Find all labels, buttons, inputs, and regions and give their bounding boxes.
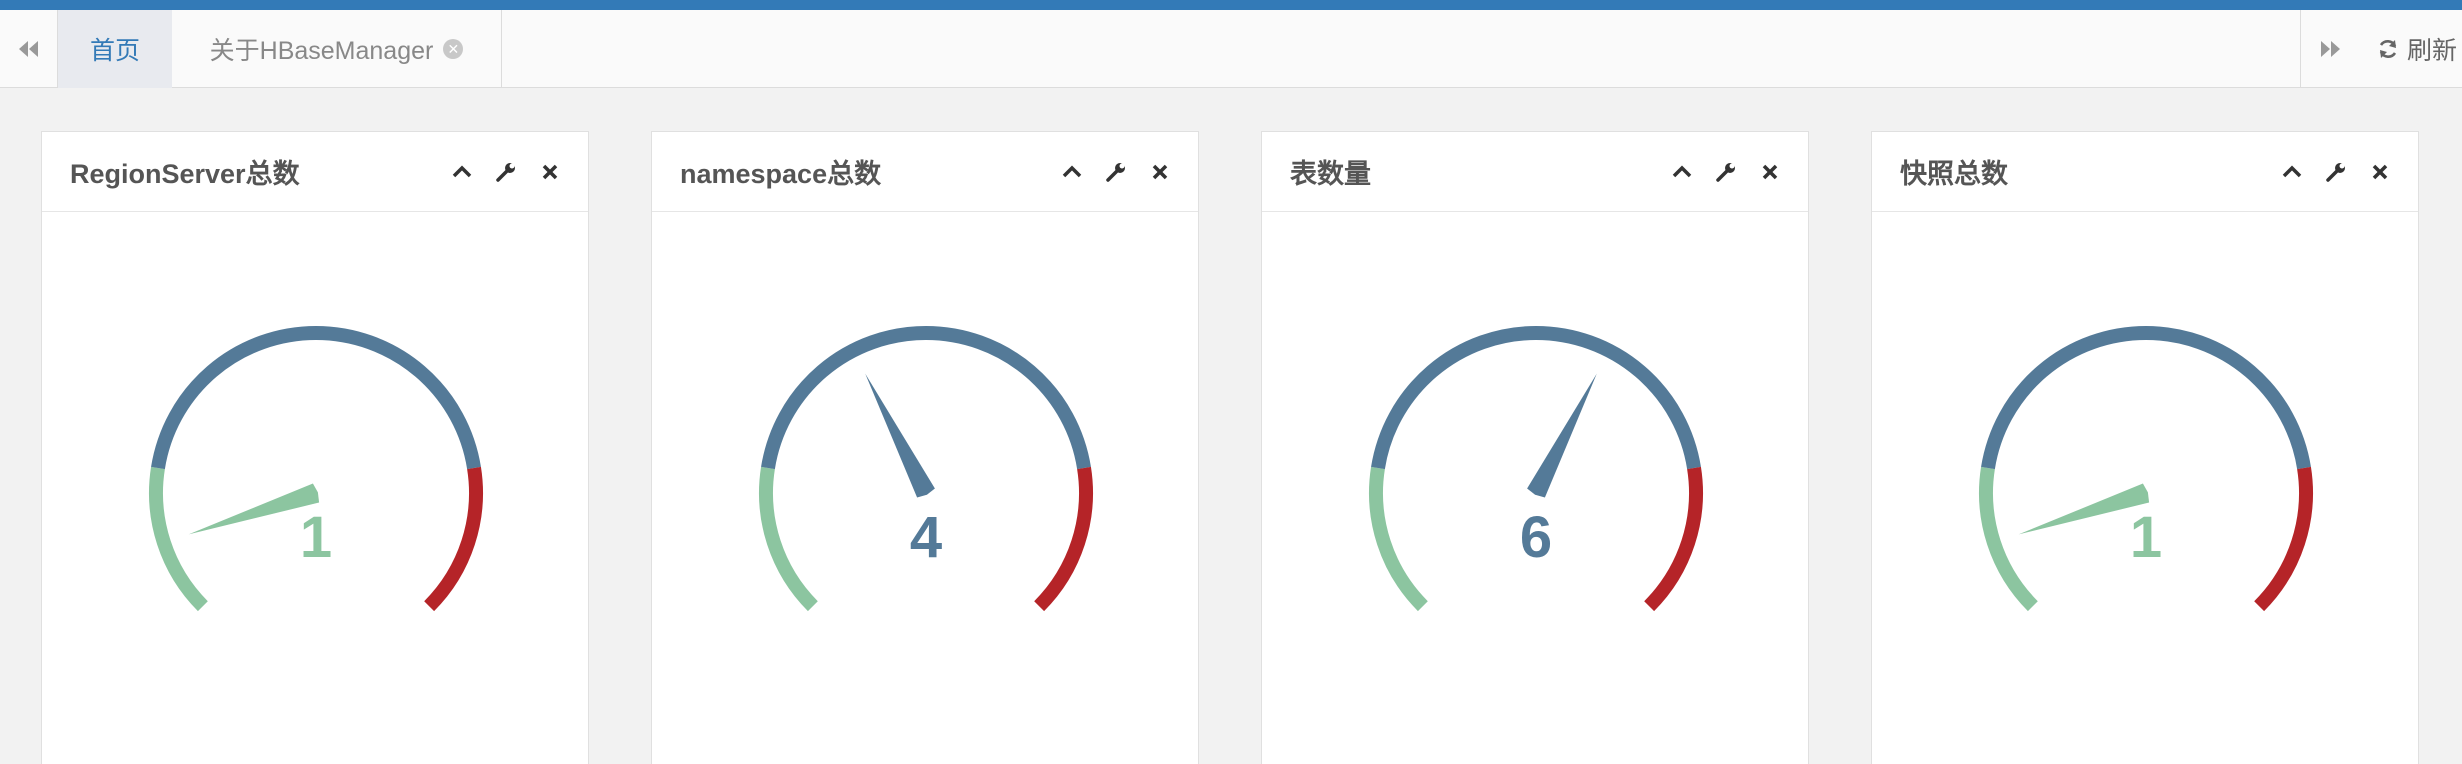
panel-tools <box>2280 160 2392 184</box>
gauge-value-label: 4 <box>910 505 942 570</box>
settings-button[interactable] <box>1714 160 1738 184</box>
gauge-value-label: 6 <box>1520 505 1552 570</box>
collapse-button[interactable] <box>1670 160 1694 184</box>
refresh-icon <box>2379 40 2397 58</box>
panel-tools <box>1060 160 1172 184</box>
tab-home-label: 首页 <box>89 37 140 65</box>
remove-button[interactable] <box>1148 160 1172 184</box>
collapse-button[interactable] <box>1060 160 1084 184</box>
chevron-up-icon <box>2282 165 2302 177</box>
remove-button[interactable] <box>2368 160 2392 184</box>
tab-scroll-left-button[interactable] <box>0 10 58 88</box>
panel-title: 表数量 <box>1290 159 1371 189</box>
panel-title: namespace总数 <box>680 159 882 189</box>
gauge-band-2 <box>1034 466 1093 612</box>
tab-bar: 首页 关于HBaseManager ✕ 刷新 <box>0 10 2462 88</box>
chevron-up-icon <box>1672 165 1692 177</box>
tab-home[interactable]: 首页 <box>58 10 172 88</box>
gauge-band-1 <box>761 326 1091 470</box>
gauge-band-0 <box>149 466 208 612</box>
gauge-band-1 <box>151 326 481 470</box>
gauge-band-0 <box>1369 466 1428 612</box>
gauge-value-label: 1 <box>300 505 332 570</box>
settings-button[interactable] <box>2324 160 2348 184</box>
panel-title: 快照总数 <box>1900 159 2008 189</box>
gauge-needle <box>865 373 935 498</box>
gauge-band-1 <box>1981 326 2311 470</box>
chevron-up-icon <box>1062 165 1082 177</box>
panel-header: RegionServer总数 <box>42 132 588 212</box>
tab-scroll-right-button[interactable] <box>2300 10 2358 88</box>
remove-button[interactable] <box>1758 160 1782 184</box>
panel-header: 表数量 <box>1262 132 1808 212</box>
panel-title: RegionServer总数 <box>70 159 300 189</box>
remove-button[interactable] <box>538 160 562 184</box>
chevron-up-icon <box>452 165 472 177</box>
collapse-button[interactable] <box>450 160 474 184</box>
gauge-chart: 1 <box>1979 326 2313 612</box>
gauge-band-0 <box>1979 466 2038 612</box>
double-chevron-left-icon <box>18 41 38 57</box>
tab-about-label: 关于HBaseManager <box>209 37 434 65</box>
wrench-icon <box>2326 162 2345 182</box>
panel-table-count: 表数量 6 <box>1261 131 1809 764</box>
gauge-band-2 <box>1644 466 1703 612</box>
panel-namespace-count: namespace总数 4 <box>651 131 1199 764</box>
top-accent-bar <box>0 0 2462 10</box>
wrench-icon <box>1106 162 1125 182</box>
close-icon <box>1762 164 1778 179</box>
close-icon <box>1152 164 1168 179</box>
panel-header: namespace总数 <box>652 132 1198 212</box>
gauge-band-1 <box>1371 326 1701 470</box>
gauge-band-0 <box>759 466 818 612</box>
panel-tools <box>1670 160 1782 184</box>
gauge-band-2 <box>2254 466 2313 612</box>
wrench-icon <box>496 162 515 182</box>
gauge-value-label: 1 <box>2130 505 2162 570</box>
close-icon <box>542 164 558 179</box>
panel-regionserver-count: RegionServer总数 1 <box>41 131 589 764</box>
gauge-band-2 <box>424 466 483 612</box>
wrench-icon <box>1716 162 1735 182</box>
gauge-chart: 4 <box>759 326 1093 612</box>
close-circle-icon[interactable]: ✕ <box>443 39 464 59</box>
tab-about-hbasemanager[interactable]: 关于HBaseManager ✕ <box>172 10 502 88</box>
panel-tools <box>450 160 562 184</box>
refresh-button[interactable]: 刷新 <box>2359 10 2462 88</box>
settings-button[interactable] <box>1104 160 1128 184</box>
gauge-chart: 1 <box>149 326 483 612</box>
close-icon <box>2372 164 2388 179</box>
collapse-button[interactable] <box>2280 160 2304 184</box>
gauge-chart: 6 <box>1369 326 1703 612</box>
gauge-needle <box>1527 373 1597 498</box>
panel-header: 快照总数 <box>1872 132 2418 212</box>
double-chevron-right-icon <box>2320 41 2340 57</box>
refresh-label: 刷新 <box>2407 37 2458 65</box>
settings-button[interactable] <box>494 160 518 184</box>
panel-snapshot-count: 快照总数 1 <box>1871 131 2419 764</box>
